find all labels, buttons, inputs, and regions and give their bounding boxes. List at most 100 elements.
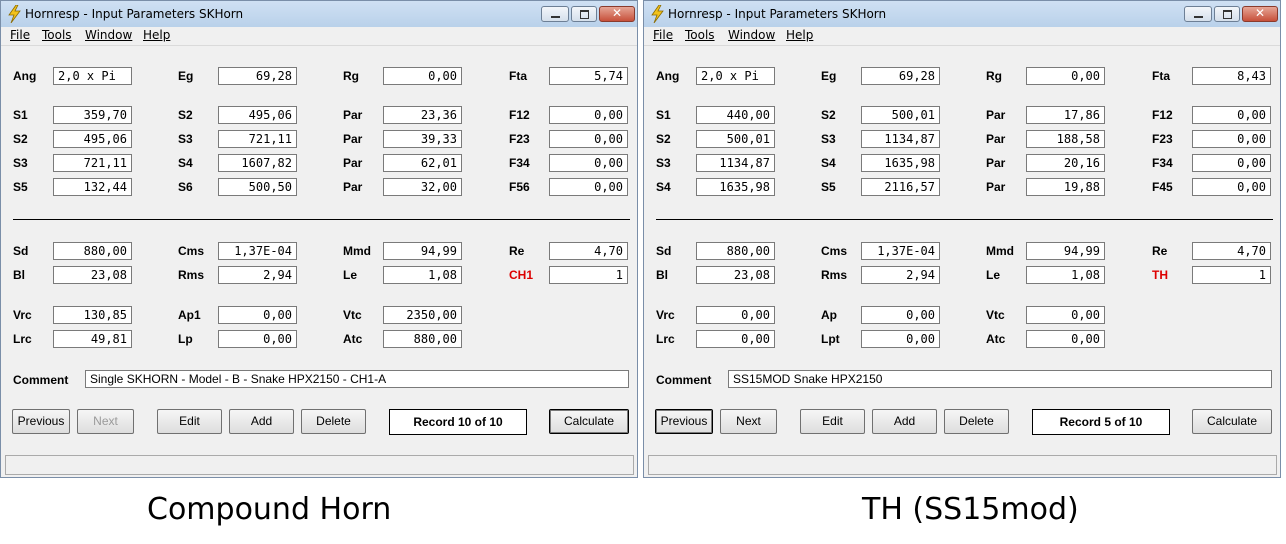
menu-file[interactable]: File	[653, 28, 673, 42]
delete-button[interactable]: Delete	[944, 409, 1009, 434]
field-f34[interactable]: 0,00	[1192, 154, 1271, 172]
field-lp[interactable]: 0,00	[218, 330, 297, 348]
field-f12[interactable]: 0,00	[1192, 106, 1271, 124]
edit-button[interactable]: Edit	[157, 409, 222, 434]
calculate-button[interactable]: Calculate	[1192, 409, 1272, 434]
previous-button[interactable]: Previous	[655, 409, 713, 434]
field-rms[interactable]: 2,94	[861, 266, 940, 284]
field-ap[interactable]: 0,00	[861, 306, 940, 324]
minimize-button[interactable]	[541, 6, 569, 22]
delete-button[interactable]: Delete	[301, 409, 366, 434]
menu-tools[interactable]: Tools	[42, 28, 72, 42]
field-ch1[interactable]: 1	[549, 266, 628, 284]
field-eg[interactable]: 69,28	[218, 67, 297, 85]
add-button[interactable]: Add	[229, 409, 294, 434]
field-s5[interactable]: 132,44	[53, 178, 132, 196]
field-fta[interactable]: 8,43	[1192, 67, 1271, 85]
field-sd[interactable]: 880,00	[53, 242, 132, 260]
edit-button[interactable]: Edit	[800, 409, 865, 434]
close-button[interactable]: ✕	[1242, 6, 1278, 22]
field-lrc[interactable]: 0,00	[696, 330, 775, 348]
field-s2[interactable]: 500,01	[696, 130, 775, 148]
close-button[interactable]: ✕	[599, 6, 635, 22]
field-s1[interactable]: 440,00	[696, 106, 775, 124]
field-s2[interactable]: 495,06	[53, 130, 132, 148]
field-le[interactable]: 1,08	[383, 266, 462, 284]
next-button[interactable]: Next	[77, 409, 134, 434]
field-f56[interactable]: 0,00	[549, 178, 628, 196]
field-lpt[interactable]: 0,00	[861, 330, 940, 348]
field-mmd[interactable]: 94,99	[383, 242, 462, 260]
field-f23[interactable]: 0,00	[549, 130, 628, 148]
field-atc[interactable]: 0,00	[1026, 330, 1105, 348]
field-par[interactable]: 17,86	[1026, 106, 1105, 124]
field-par[interactable]: 19,88	[1026, 178, 1105, 196]
field-rg[interactable]: 0,00	[1026, 67, 1105, 85]
field-fta[interactable]: 5,74	[549, 67, 628, 85]
field-s4[interactable]: 1635,98	[861, 154, 940, 172]
comment-field[interactable]: SS15MOD Snake HPX2150	[728, 370, 1272, 388]
field-s3[interactable]: 721,11	[218, 130, 297, 148]
field-f23[interactable]: 0,00	[1192, 130, 1271, 148]
menu-help[interactable]: Help	[786, 28, 813, 42]
field-par[interactable]: 39,33	[383, 130, 462, 148]
next-button[interactable]: Next	[720, 409, 777, 434]
field-f34[interactable]: 0,00	[549, 154, 628, 172]
menu-help[interactable]: Help	[143, 28, 170, 42]
field-rg[interactable]: 0,00	[383, 67, 462, 85]
field-sd[interactable]: 880,00	[696, 242, 775, 260]
field-s4[interactable]: 1635,98	[696, 178, 775, 196]
field-re[interactable]: 4,70	[1192, 242, 1271, 260]
field-s2[interactable]: 500,01	[861, 106, 940, 124]
field-f45[interactable]: 0,00	[1192, 178, 1271, 196]
field-par[interactable]: 23,36	[383, 106, 462, 124]
field-s3[interactable]: 721,11	[53, 154, 132, 172]
field-atc[interactable]: 880,00	[383, 330, 462, 348]
field-cms[interactable]: 1,37E-04	[861, 242, 940, 260]
field-vtc[interactable]: 2350,00	[383, 306, 462, 324]
field-ang[interactable]: 2,0 x Pi	[696, 67, 775, 85]
field-par[interactable]: 62,01	[383, 154, 462, 172]
field-le[interactable]: 1,08	[1026, 266, 1105, 284]
previous-button[interactable]: Previous	[12, 409, 70, 434]
minimize-button[interactable]	[1184, 6, 1212, 22]
field-s1[interactable]: 359,70	[53, 106, 132, 124]
menu-window[interactable]: Window	[728, 28, 775, 42]
field-lrc[interactable]: 49,81	[53, 330, 132, 348]
menu-window[interactable]: Window	[85, 28, 132, 42]
field-ap1[interactable]: 0,00	[218, 306, 297, 324]
field-par[interactable]: 20,16	[1026, 154, 1105, 172]
field-vtc[interactable]: 0,00	[1026, 306, 1105, 324]
field-vrc[interactable]: 0,00	[696, 306, 775, 324]
field-bl[interactable]: 23,08	[696, 266, 775, 284]
title-bar[interactable]: Hornresp - Input Parameters SKHorn ✕	[644, 1, 1280, 27]
field-bl[interactable]: 23,08	[53, 266, 132, 284]
field-par[interactable]: 188,58	[1026, 130, 1105, 148]
label-f45: F45	[1152, 180, 1173, 194]
field-cms[interactable]: 1,37E-04	[218, 242, 297, 260]
calculate-button[interactable]: Calculate	[549, 409, 629, 434]
field-mmd[interactable]: 94,99	[1026, 242, 1105, 260]
field-s6[interactable]: 500,50	[218, 178, 297, 196]
field-s3[interactable]: 1134,87	[696, 154, 775, 172]
maximize-button[interactable]	[571, 6, 597, 22]
label-le: Le	[986, 268, 1001, 282]
field-s4[interactable]: 1607,82	[218, 154, 297, 172]
field-s5[interactable]: 2116,57	[861, 178, 940, 196]
field-s3[interactable]: 1134,87	[861, 130, 940, 148]
field-ang[interactable]: 2,0 x Pi	[53, 67, 132, 85]
field-rms[interactable]: 2,94	[218, 266, 297, 284]
field-vrc[interactable]: 130,85	[53, 306, 132, 324]
field-th[interactable]: 1	[1192, 266, 1271, 284]
add-button[interactable]: Add	[872, 409, 937, 434]
comment-field[interactable]: Single SKHORN - Model - B - Snake HPX215…	[85, 370, 629, 388]
field-f12[interactable]: 0,00	[549, 106, 628, 124]
maximize-button[interactable]	[1214, 6, 1240, 22]
field-s2[interactable]: 495,06	[218, 106, 297, 124]
menu-tools[interactable]: Tools	[685, 28, 715, 42]
field-re[interactable]: 4,70	[549, 242, 628, 260]
field-par[interactable]: 32,00	[383, 178, 462, 196]
title-bar[interactable]: Hornresp - Input Parameters SKHorn ✕	[1, 1, 637, 27]
field-eg[interactable]: 69,28	[861, 67, 940, 85]
menu-file[interactable]: File	[10, 28, 30, 42]
